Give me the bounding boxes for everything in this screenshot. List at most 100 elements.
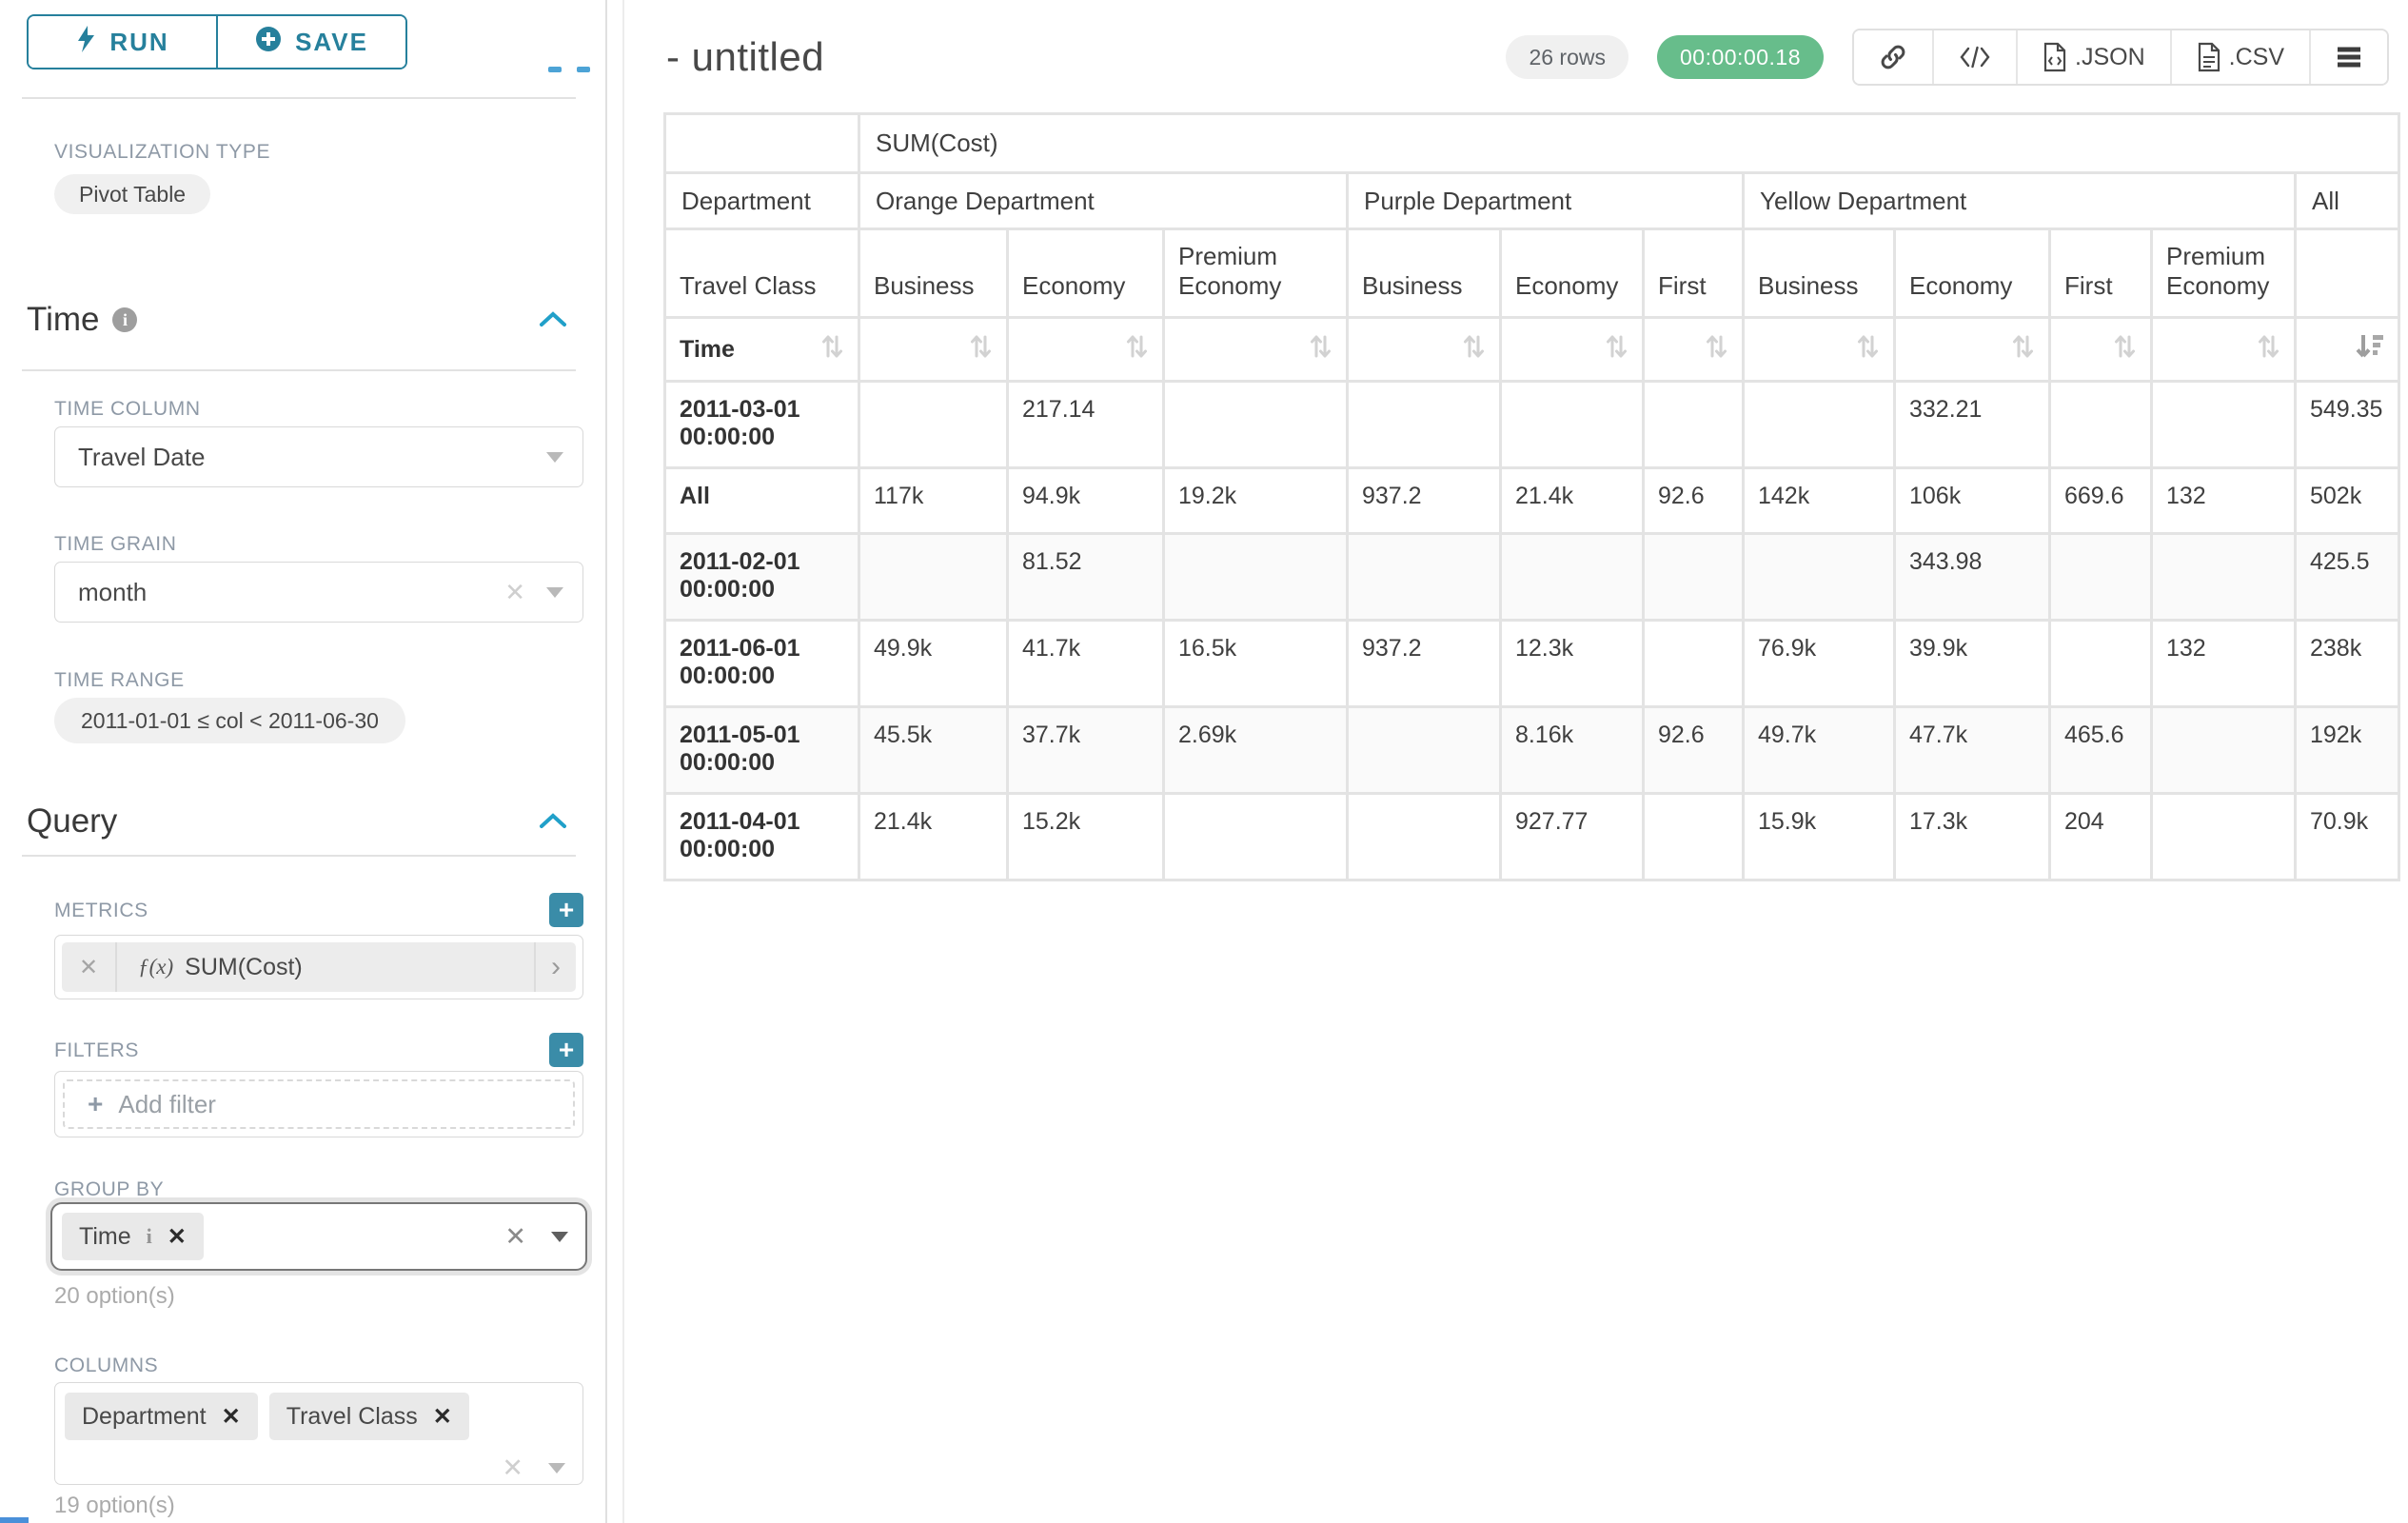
- travel-class-cell: Economy: [1009, 230, 1162, 316]
- short-link-button[interactable]: [1854, 30, 1932, 84]
- group-by-options-hint: 20 option(s): [54, 1283, 175, 1310]
- sort-icon[interactable]: [821, 334, 844, 366]
- columns-select[interactable]: Department✕Travel Class✕ ✕: [54, 1382, 583, 1485]
- remove-metric-icon[interactable]: ✕: [62, 942, 117, 992]
- time-range-value[interactable]: 2011-01-01 ≤ col < 2011-06-30: [54, 698, 405, 743]
- remove-tag-icon[interactable]: ✕: [433, 1403, 452, 1431]
- menu-button[interactable]: [2309, 30, 2387, 84]
- sort-cell[interactable]: [860, 319, 1006, 380]
- value-cell: 17.3k: [1896, 795, 2048, 879]
- value-cell: 502k: [2297, 469, 2398, 532]
- chevron-up-icon[interactable]: [539, 310, 567, 327]
- json-file-icon: [2043, 42, 2067, 72]
- metrics-label: METRICS: [54, 900, 148, 922]
- add-filter-plus-button[interactable]: +: [549, 1033, 583, 1067]
- sort-icon[interactable]: [1857, 334, 1880, 366]
- scrollbar-thumb[interactable]: [0, 1517, 29, 1523]
- columns-options-hint: 19 option(s): [54, 1493, 175, 1519]
- travel-class-cell: Premium Economy: [2153, 230, 2294, 316]
- chart-type-action-icon[interactable]: [577, 67, 590, 72]
- chevron-right-icon[interactable]: ›: [534, 942, 576, 992]
- export-csv-button[interactable]: .CSV: [2170, 30, 2309, 84]
- value-cell: [1165, 383, 1346, 466]
- sort-icon[interactable]: [1706, 334, 1728, 366]
- lightning-icon: [75, 25, 96, 60]
- time-grain-select[interactable]: month ✕: [54, 562, 583, 623]
- value-cell: [860, 383, 1006, 466]
- sort-icon[interactable]: [1606, 334, 1628, 366]
- export-json-button[interactable]: .JSON: [2016, 30, 2170, 84]
- department-group-cell: All: [2297, 174, 2398, 227]
- sort-icon[interactable]: [2012, 334, 2035, 366]
- columns-pill[interactable]: Travel Class✕: [269, 1393, 469, 1440]
- value-cell: [1745, 535, 1893, 619]
- chart-title[interactable]: - untitled: [666, 34, 824, 80]
- row-header-cell: 2011-02-01 00:00:00: [666, 535, 858, 619]
- sort-icon[interactable]: [970, 334, 993, 366]
- time-section-header[interactable]: Time i: [27, 301, 137, 339]
- chart-panel: - untitled 26 rows 00:00:00.18: [624, 0, 2408, 1523]
- sort-desc-icon[interactable]: [2356, 333, 2384, 366]
- run-button[interactable]: RUN: [29, 16, 216, 68]
- clear-icon[interactable]: ✕: [504, 1222, 526, 1252]
- clear-icon[interactable]: ✕: [504, 578, 525, 607]
- remove-tag-icon[interactable]: ✕: [222, 1403, 241, 1431]
- group-by-pill[interactable]: Timei✕: [62, 1213, 204, 1260]
- view-query-button[interactable]: [1932, 30, 2016, 84]
- sort-icon[interactable]: [2258, 334, 2280, 366]
- chart-type-action-icon[interactable]: [548, 67, 562, 72]
- tag-label: Department: [82, 1403, 207, 1431]
- clear-icon[interactable]: ✕: [502, 1454, 523, 1483]
- metric-header-cell: SUM(Cost): [860, 115, 2398, 171]
- travel-class-empty-cell: [2297, 230, 2398, 316]
- row-header-cell: 2011-06-01 00:00:00: [666, 622, 858, 705]
- value-cell: 2.69k: [1165, 708, 1346, 792]
- value-cell: [2051, 535, 2150, 619]
- code-icon: [1959, 45, 1991, 69]
- add-filter-button[interactable]: + Add filter: [63, 1079, 575, 1129]
- travel-class-cell: Economy: [1896, 230, 2048, 316]
- sort-icon[interactable]: [1310, 334, 1332, 366]
- sort-icon[interactable]: [1463, 334, 1486, 366]
- group-by-select[interactable]: Timei✕ ✕: [50, 1202, 587, 1271]
- sort-cell[interactable]: [1009, 319, 1162, 380]
- value-cell: 117k: [860, 469, 1006, 532]
- value-cell: 669.6: [2051, 469, 2150, 532]
- columns-pill[interactable]: Department ✕: [65, 1393, 258, 1440]
- add-metric-button[interactable]: +: [549, 893, 583, 927]
- sort-cell[interactable]: [2051, 319, 2150, 380]
- metric-pill[interactable]: ✕ ƒ(x) SUM(Cost) ›: [62, 942, 576, 992]
- sort-cell[interactable]: [2153, 319, 2294, 380]
- save-button[interactable]: SAVE: [216, 16, 405, 68]
- travel-class-cell: First: [2051, 230, 2150, 316]
- time-column-select[interactable]: Travel Date: [54, 426, 583, 487]
- value-cell: 927.77: [1502, 795, 1642, 879]
- value-cell: [2153, 795, 2294, 879]
- sort-icon[interactable]: [2114, 334, 2137, 366]
- sort-cell[interactable]: [1896, 319, 2048, 380]
- time-sort-cell[interactable]: Time: [666, 319, 858, 380]
- sort-cell[interactable]: [1349, 319, 1499, 380]
- sort-cell[interactable]: [1745, 319, 1893, 380]
- divider: [22, 369, 576, 371]
- value-cell: 192k: [2297, 708, 2398, 792]
- value-cell: 37.7k: [1009, 708, 1162, 792]
- table-row: 2011-03-01 00:00:00217.14332.21549.35: [666, 383, 2398, 466]
- visualization-type-value[interactable]: Pivot Table: [54, 174, 210, 214]
- value-cell: [1349, 383, 1499, 466]
- hamburger-menu-icon: [2336, 46, 2362, 69]
- department-group-cell: Yellow Department: [1745, 174, 2294, 227]
- chevron-up-icon[interactable]: [539, 812, 567, 829]
- sort-cell[interactable]: [1502, 319, 1642, 380]
- travel-class-cell: Business: [1745, 230, 1893, 316]
- value-cell: [1165, 535, 1346, 619]
- corner-cell: [666, 115, 858, 171]
- remove-tag-icon[interactable]: ✕: [168, 1223, 187, 1251]
- sort-icon[interactable]: [1126, 334, 1149, 366]
- sort-cell[interactable]: [1645, 319, 1742, 380]
- sort-cell-active[interactable]: [2297, 319, 2398, 380]
- sort-cell[interactable]: [1165, 319, 1346, 380]
- travel-class-cell: Economy: [1502, 230, 1642, 316]
- query-section-header[interactable]: Query: [27, 802, 117, 841]
- info-icon: i: [147, 1224, 152, 1249]
